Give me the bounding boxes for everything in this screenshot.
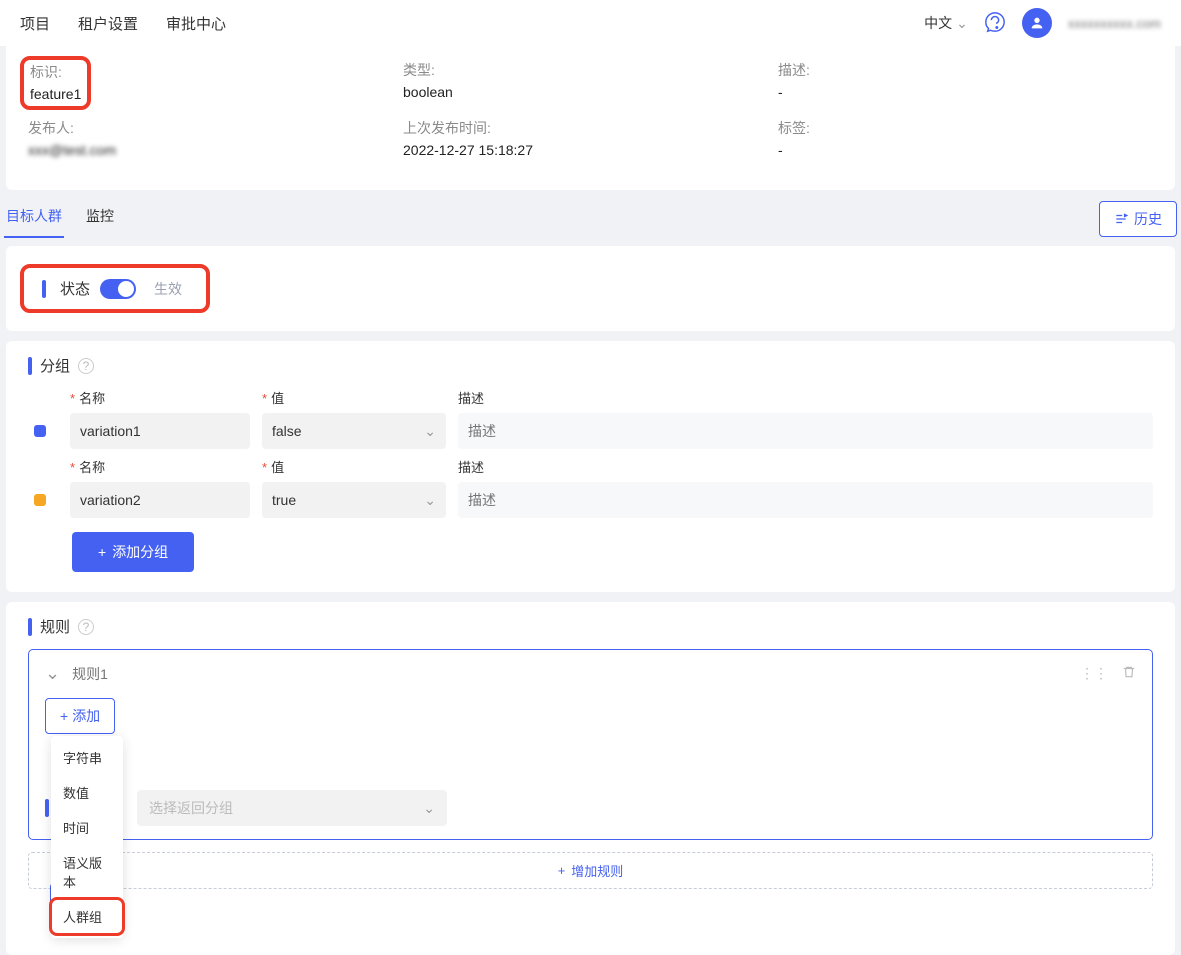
type-label: 类型: — [403, 60, 778, 80]
group-columns-header: *名称 *值 描述 — [34, 388, 1153, 407]
status-card: 状态 生效 — [6, 246, 1175, 331]
plus-icon: + — [98, 544, 106, 560]
language-selector[interactable]: 中文 ⌄ — [924, 13, 968, 33]
col-name-label: *名称 — [70, 388, 250, 407]
accent-bar — [42, 280, 46, 298]
help-icon[interactable]: ? — [78, 358, 94, 374]
plus-icon: + — [558, 863, 566, 878]
plus-icon: + — [60, 708, 68, 724]
last-publish-value: 2022-12-27 15:18:27 — [403, 142, 778, 158]
nav-item-projects[interactable]: 项目 — [20, 13, 50, 34]
dd-item-number[interactable]: 数值 — [51, 775, 123, 810]
group-desc-input[interactable] — [458, 413, 1153, 449]
user-avatar[interactable] — [1022, 8, 1052, 38]
accent-bar — [28, 618, 32, 636]
add-condition-button[interactable]: + 添加 — [45, 698, 115, 734]
identifier-label: 标识: — [30, 62, 81, 82]
type-value: boolean — [403, 84, 778, 100]
status-title: 状态 — [60, 278, 90, 299]
color-dot — [34, 494, 46, 506]
history-button[interactable]: 历史 — [1099, 201, 1177, 237]
delete-icon[interactable] — [1122, 665, 1136, 682]
accent-bar — [45, 799, 49, 817]
dd-item-string[interactable]: 字符串 — [51, 740, 123, 775]
identifier-value: feature1 — [30, 86, 81, 102]
status-toggle[interactable] — [100, 279, 136, 299]
col-value-label: *值 — [262, 388, 446, 407]
chevron-down-icon[interactable]: ⌄ — [45, 663, 60, 684]
publisher-value: xxx@test.com — [28, 142, 403, 158]
col-value-label: *值 — [262, 457, 446, 476]
col-name-label: *名称 — [70, 457, 250, 476]
col-desc-label: 描述 — [458, 388, 1153, 407]
user-email: xxxxxxxxxx.com — [1068, 16, 1161, 31]
rule-box: ⌄ ⋮⋮ + 添加 字符串 数值 时间 语义版本 人群组 返回 — [28, 649, 1153, 840]
last-publish-label: 上次发布时间: — [403, 118, 778, 138]
drag-handle-icon[interactable]: ⋮⋮ — [1080, 665, 1108, 682]
group-row: true ⌄ — [34, 482, 1153, 518]
group-value-text: false — [272, 423, 302, 439]
nav-right: 中文 ⌄ xxxxxxxxxx.com — [924, 8, 1161, 38]
language-label: 中文 — [924, 13, 952, 33]
add-condition-label: 添加 — [72, 706, 100, 726]
dd-item-time[interactable]: 时间 — [51, 810, 123, 845]
tab-targeting[interactable]: 目标人群 — [4, 200, 64, 238]
group-row: false ⌄ — [34, 413, 1153, 449]
publisher-label: 发布人: — [28, 118, 403, 138]
rule-name-input[interactable] — [72, 666, 253, 682]
help-icon[interactable] — [984, 11, 1006, 36]
tag-label: 标签: — [778, 118, 1153, 138]
color-dot — [34, 425, 46, 437]
add-group-button[interactable]: + 添加分组 — [72, 532, 194, 572]
group-name-input[interactable] — [70, 482, 250, 518]
group-value-select[interactable]: false ⌄ — [262, 413, 446, 449]
chevron-down-icon: ⌄ — [423, 800, 435, 817]
rules-card: 规则 ? ⌄ ⋮⋮ + 添加 字符串 数值 时间 语义版本 人群组 — [6, 602, 1175, 955]
tab-row: 目标人群 监控 历史 — [4, 200, 1177, 238]
rules-title: 规则 — [40, 616, 70, 637]
group-columns-header: *名称 *值 描述 — [34, 457, 1153, 476]
feature-info-card: 标识: feature1 类型: boolean 描述: - 发布人: xxx@… — [6, 46, 1175, 190]
serve-placeholder: 选择返回分组 — [149, 798, 233, 818]
info-row-2: 发布人: xxx@test.com 上次发布时间: 2022-12-27 15:… — [28, 118, 1153, 170]
group-name-input[interactable] — [70, 413, 250, 449]
status-label: 生效 — [154, 279, 182, 299]
groups-card: 分组 ? *名称 *值 描述 false ⌄ *名称 *值 描述 — [6, 341, 1175, 592]
top-nav: 项目 租户设置 审批中心 中文 ⌄ xxxxxxxxxx.com — [0, 0, 1181, 46]
col-desc-label: 描述 — [458, 457, 1153, 476]
dd-item-segment[interactable]: 人群组 — [51, 899, 123, 934]
condition-type-dropdown: 字符串 数值 时间 语义版本 人群组 — [51, 736, 123, 938]
tab-monitor[interactable]: 监控 — [84, 200, 116, 238]
description-value: - — [778, 84, 1153, 100]
info-row-1: 标识: feature1 类型: boolean 描述: - — [28, 60, 1153, 112]
nav-item-approval-center[interactable]: 审批中心 — [166, 13, 226, 34]
description-label: 描述: — [778, 60, 1153, 80]
group-value-select[interactable]: true ⌄ — [262, 482, 446, 518]
chevron-down-icon: ⌄ — [956, 15, 968, 32]
accent-bar — [28, 357, 32, 375]
tabs: 目标人群 监控 — [4, 200, 116, 238]
nav-left: 项目 租户设置 审批中心 — [20, 13, 226, 34]
chevron-down-icon: ⌄ — [424, 492, 436, 509]
group-desc-input[interactable] — [458, 482, 1153, 518]
group-value-text: true — [272, 492, 296, 508]
chevron-down-icon: ⌄ — [424, 423, 436, 440]
history-label: 历史 — [1134, 209, 1162, 229]
tag-value: - — [778, 142, 1153, 158]
history-icon — [1114, 212, 1128, 226]
groups-title: 分组 — [40, 355, 70, 376]
help-icon[interactable]: ? — [78, 619, 94, 635]
serve-select[interactable]: 选择返回分组 ⌄ — [137, 790, 447, 826]
dd-item-semver[interactable]: 语义版本 — [51, 845, 123, 899]
add-rule-button[interactable]: + 增加规则 — [28, 852, 1153, 889]
add-group-label: 添加分组 — [112, 542, 168, 562]
nav-item-tenant-settings[interactable]: 租户设置 — [78, 13, 138, 34]
